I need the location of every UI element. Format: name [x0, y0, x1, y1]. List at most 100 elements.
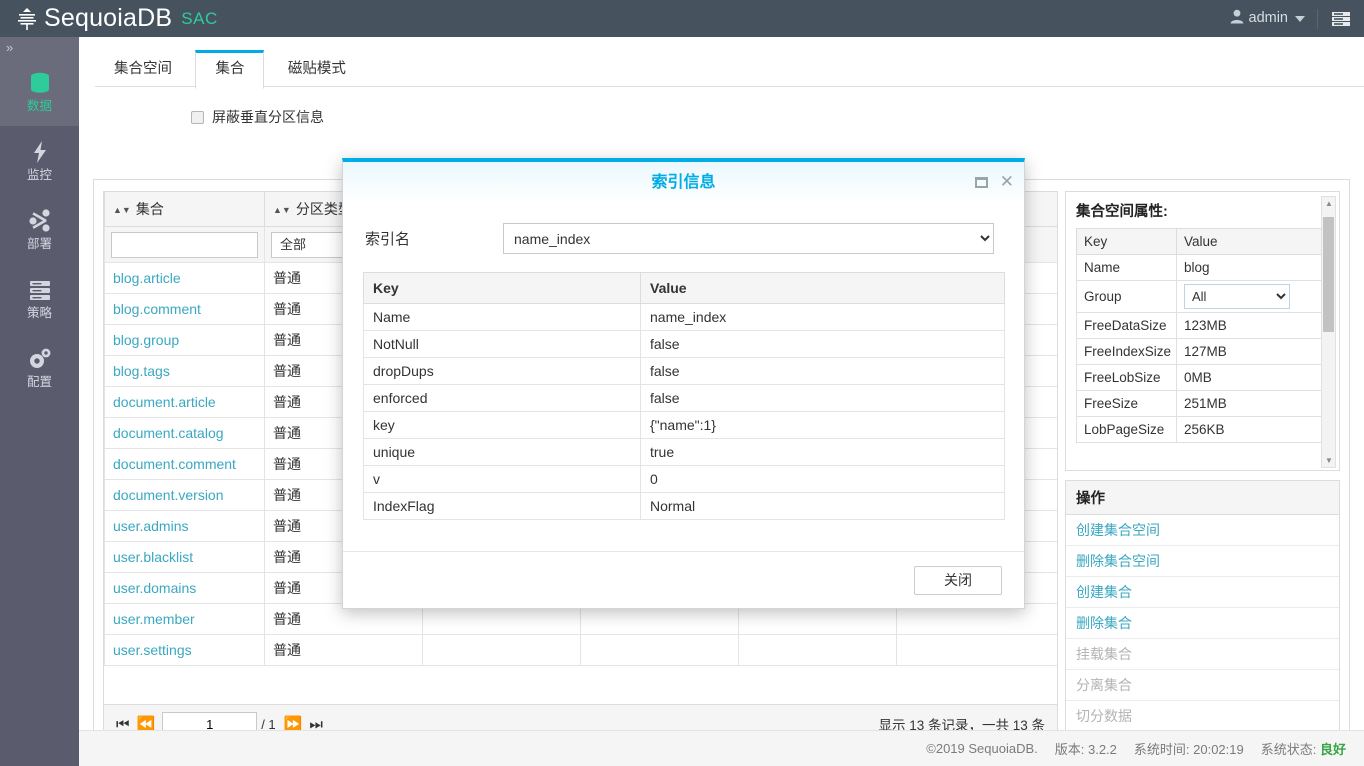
- system-time-label: 系统时间: 20:02:19: [1134, 739, 1244, 758]
- chevron-down-icon: [1295, 16, 1305, 22]
- index-table-row: enforcedfalse: [364, 385, 1005, 412]
- properties-scrollbar[interactable]: ▲ ▼: [1321, 196, 1336, 468]
- index-key-cell: enforced: [364, 385, 641, 412]
- operations-title: 操作: [1066, 481, 1339, 515]
- user-menu[interactable]: admin: [1218, 0, 1318, 37]
- hamburger-menu-button[interactable]: [1318, 0, 1364, 37]
- index-key-cell: key: [364, 412, 641, 439]
- property-value: All: [1177, 281, 1323, 313]
- close-button[interactable]: 关闭: [914, 566, 1002, 595]
- collection-link[interactable]: document.catalog: [113, 425, 224, 441]
- index-key-cell: Name: [364, 304, 641, 331]
- collection-link[interactable]: document.version: [113, 487, 224, 503]
- cell-extra: [581, 635, 739, 666]
- brand[interactable]: SequoiaDB SAC: [0, 6, 218, 32]
- sidebar-item-deploy[interactable]: 部署: [0, 195, 79, 264]
- index-name-select[interactable]: name_index: [503, 223, 994, 254]
- cell-collection: blog.comment: [105, 294, 265, 325]
- application-root: SequoiaDB SAC admin: [0, 0, 1364, 766]
- version-label: 版本: 3.2.2: [1055, 739, 1117, 758]
- collection-link[interactable]: document.comment: [113, 456, 236, 472]
- hide-vertical-partition-row[interactable]: 屏蔽垂直分区信息: [191, 107, 1364, 127]
- close-icon[interactable]: ✕: [1000, 174, 1014, 191]
- index-name-row: 索引名 name_index: [363, 223, 1004, 254]
- collection-link[interactable]: user.blacklist: [113, 549, 193, 565]
- cell-collection: user.admins: [105, 511, 265, 542]
- scroll-down-arrow-icon[interactable]: ▼: [1325, 456, 1333, 465]
- top-bar-right: admin: [1218, 0, 1364, 37]
- index-key-cell: unique: [364, 439, 641, 466]
- system-status-value: 良好: [1320, 742, 1346, 757]
- index-table-body: Namename_indexNotNullfalsedropDupsfalsee…: [364, 304, 1005, 520]
- collection-link[interactable]: blog.comment: [113, 301, 201, 317]
- cell-extra: [423, 635, 581, 666]
- cell-collection: document.comment: [105, 449, 265, 480]
- index-table-row: NotNullfalse: [364, 331, 1005, 358]
- sidebar: » 数据: [0, 37, 79, 766]
- index-table-row: v0: [364, 466, 1005, 493]
- cell-partition-type: 普通: [265, 635, 423, 666]
- dialog-controls: ✕: [975, 162, 1014, 203]
- collection-filter-input[interactable]: [111, 232, 258, 258]
- sidebar-item-config[interactable]: 配置: [0, 333, 79, 402]
- sidebar-expand-button[interactable]: »: [0, 37, 79, 57]
- index-column-key: Key: [364, 273, 641, 304]
- index-table-header-row: Key Value: [364, 273, 1005, 304]
- sidebar-item-policy[interactable]: 策略: [0, 264, 79, 333]
- double-chevron-right-icon: »: [6, 41, 11, 54]
- cell-collection: user.domains: [105, 573, 265, 604]
- tab-bar: 集合空间 集合 磁贴模式: [95, 49, 1364, 87]
- table-row[interactable]: user.settings 普通: [105, 635, 1058, 666]
- index-name-label: 索引名: [363, 228, 503, 249]
- operation-item[interactable]: 删除集合: [1066, 608, 1339, 639]
- cell-collection: blog.tags: [105, 356, 265, 387]
- top-bar: SequoiaDB SAC admin: [0, 0, 1364, 37]
- sidebar-item-label: 策略: [27, 307, 52, 320]
- operation-item: 切分数据: [1066, 701, 1339, 732]
- scroll-up-arrow-icon[interactable]: ▲: [1325, 199, 1333, 208]
- operation-item[interactable]: 删除集合空间: [1066, 546, 1339, 577]
- property-row: FreeLobSize0MB: [1077, 365, 1323, 391]
- server-list-icon: [27, 277, 53, 303]
- operation-item: 分离集合: [1066, 670, 1339, 701]
- dialog-body: 索引名 name_index Key Value Namename_indexN…: [343, 203, 1024, 520]
- collection-link[interactable]: user.domains: [113, 580, 196, 596]
- hide-vertical-partition-checkbox[interactable]: [191, 111, 204, 124]
- tab-collection-space[interactable]: 集合空间: [95, 51, 191, 88]
- tab-collection[interactable]: 集合: [195, 50, 264, 89]
- properties-title: 集合空间属性:: [1076, 200, 1329, 221]
- collection-link[interactable]: blog.tags: [113, 363, 170, 379]
- collection-link[interactable]: user.member: [113, 611, 195, 627]
- collection-link[interactable]: user.admins: [113, 518, 188, 534]
- collection-link[interactable]: blog.article: [113, 270, 181, 286]
- index-key-cell: dropDups: [364, 358, 641, 385]
- index-value-cell: Normal: [641, 493, 1005, 520]
- tab-tile-mode[interactable]: 磁贴模式: [269, 51, 365, 88]
- group-select[interactable]: All: [1184, 284, 1290, 309]
- cell-collection: blog.group: [105, 325, 265, 356]
- hamburger-menu-icon: [1331, 11, 1351, 27]
- user-icon: [1230, 9, 1244, 28]
- user-name: admin: [1249, 0, 1289, 37]
- collection-link[interactable]: blog.group: [113, 332, 179, 348]
- operation-item[interactable]: 创建集合空间: [1066, 515, 1339, 546]
- collection-link[interactable]: document.article: [113, 394, 216, 410]
- system-status-label: 系统状态:: [1261, 742, 1317, 757]
- property-value: 0MB: [1177, 365, 1323, 391]
- sidebar-item-monitor[interactable]: 监控: [0, 126, 79, 195]
- operation-item[interactable]: 创建集合: [1066, 577, 1339, 608]
- collection-link[interactable]: user.settings: [113, 642, 192, 658]
- property-row: GroupAll: [1077, 281, 1323, 313]
- property-row: FreeIndexSize127MB: [1077, 339, 1323, 365]
- column-header-collection[interactable]: ▲▼集合: [105, 192, 265, 227]
- index-info-dialog: 索引信息 ✕ 索引名 name_index Key Value: [342, 158, 1025, 609]
- sort-arrows-icon: ▲▼: [273, 206, 291, 215]
- brand-title: SequoiaDB: [44, 6, 172, 31]
- restore-window-icon[interactable]: [975, 177, 988, 188]
- index-value-cell: {"name":1}: [641, 412, 1005, 439]
- scrollbar-thumb[interactable]: [1323, 217, 1334, 332]
- property-value: 251MB: [1177, 391, 1323, 417]
- dialog-header: 索引信息 ✕: [343, 162, 1024, 203]
- index-key-cell: NotNull: [364, 331, 641, 358]
- sidebar-item-data[interactable]: 数据: [0, 57, 79, 126]
